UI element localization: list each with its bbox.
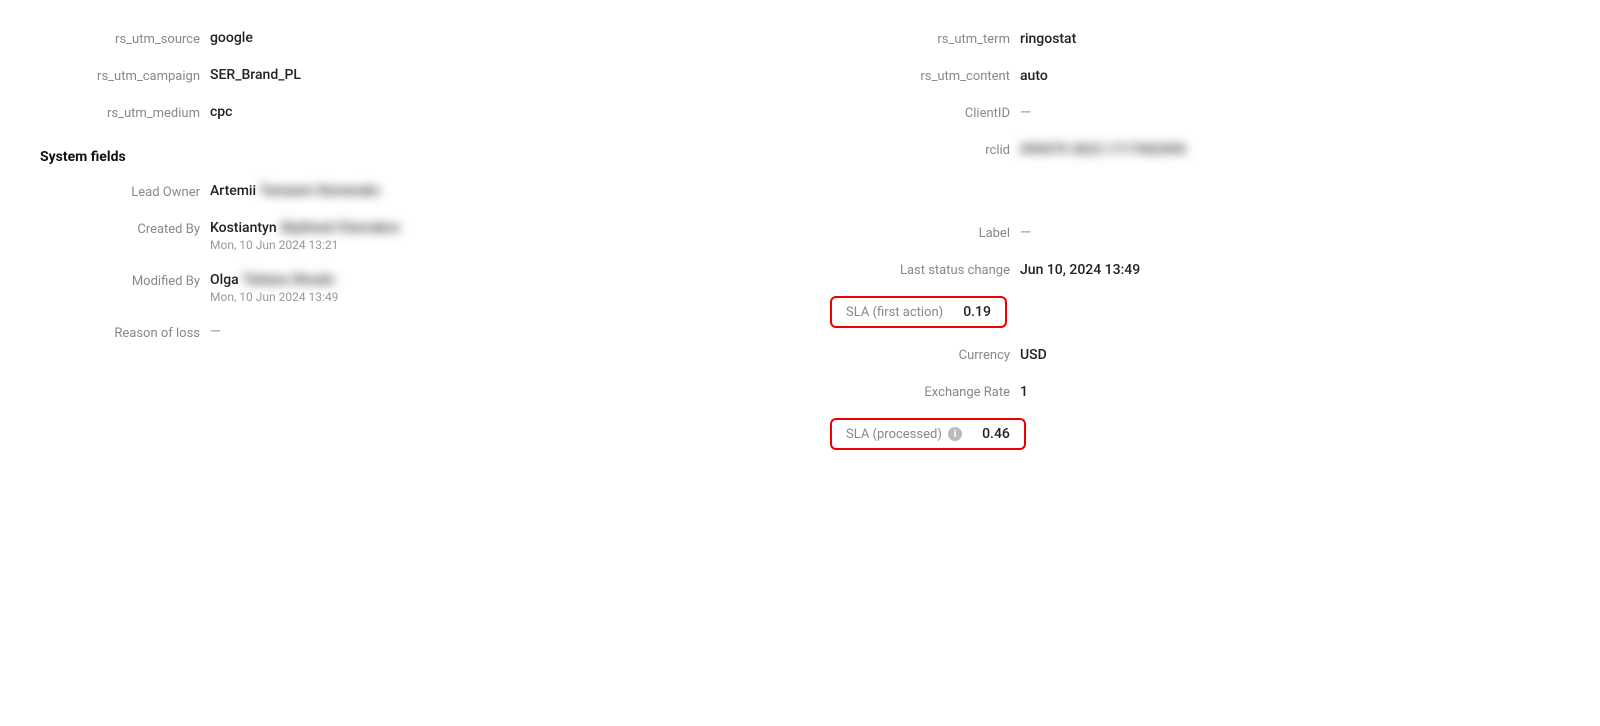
modified-by-row: Modified By Olga Tatiana Shoals Mon, 10 … — [40, 262, 770, 314]
exchange-rate-label: Exchange Rate — [830, 383, 1010, 400]
spacer — [830, 168, 1560, 214]
utm-source-label: rs_utm_source — [40, 30, 200, 47]
created-by-label: Created By — [40, 220, 200, 237]
currency-label: Currency — [830, 346, 1010, 363]
utm-term-label: rs_utm_term — [830, 30, 1010, 47]
clientid-value: — — [1020, 105, 1031, 121]
utm-content-label: rs_utm_content — [830, 67, 1010, 84]
label-field-value: — — [1020, 225, 1031, 241]
created-by-row: Created By Kostiantyn Skylined Cherrakov… — [40, 210, 770, 262]
sla-processed-box: SLA (processed) i 0.46 — [830, 418, 1026, 450]
lead-owner-label: Lead Owner — [40, 183, 200, 200]
utm-medium-row: rs_utm_medium cpc — [40, 94, 770, 131]
clientid-label: ClientID — [830, 104, 1010, 121]
utm-content-row: rs_utm_content auto — [830, 57, 1560, 94]
utm-content-value: auto — [1020, 68, 1048, 84]
rclid-value: 999979 3923 1717902999 — [1020, 142, 1186, 158]
currency-value: USD — [1020, 347, 1047, 363]
sla-processed-row: SLA (processed) i 0.46 — [830, 410, 1560, 458]
sla-first-action-value: 0.19 — [963, 304, 991, 320]
reason-of-loss-label: Reason of loss — [40, 324, 200, 341]
sla-first-action-row: SLA (first action) 0.19 — [830, 288, 1560, 336]
sla-first-action-box: SLA (first action) 0.19 — [830, 296, 1007, 328]
utm-term-row: rs_utm_term ringostat — [830, 20, 1560, 57]
modified-by-subtext: Mon, 10 Jun 2024 13:49 — [210, 290, 338, 304]
main-grid: rs_utm_source google rs_utm_campaign SER… — [40, 20, 1560, 458]
label-row: Label — — [830, 214, 1560, 251]
lead-owner-row: Lead Owner Artemii Tameem Demerakv — [40, 173, 770, 210]
created-by-value: Kostiantyn Skylined Cherrakov Mon, 10 Ju… — [210, 220, 400, 252]
modified-by-label: Modified By — [40, 272, 200, 289]
sla-processed-label: SLA (processed) i — [846, 427, 962, 442]
utm-medium-label: rs_utm_medium — [40, 104, 200, 121]
utm-campaign-value: SER_Brand_PL — [210, 67, 301, 83]
sla-first-action-label: SLA (first action) — [846, 305, 943, 320]
utm-campaign-label: rs_utm_campaign — [40, 67, 200, 84]
label-field-label: Label — [830, 224, 1010, 241]
lead-owner-value: Artemii Tameem Demerakv — [210, 183, 380, 199]
utm-source-row: rs_utm_source google — [40, 20, 770, 57]
exchange-rate-row: Exchange Rate 1 — [830, 373, 1560, 410]
utm-term-value: ringostat — [1020, 31, 1076, 47]
clientid-row: ClientID — — [830, 94, 1560, 131]
reason-of-loss-row: Reason of loss — — [40, 314, 770, 351]
utm-medium-value: cpc — [210, 104, 232, 120]
last-status-change-value: Jun 10, 2024 13:49 — [1020, 262, 1140, 278]
system-fields-title: System fields — [40, 131, 770, 173]
last-status-change-row: Last status change Jun 10, 2024 13:49 — [830, 251, 1560, 288]
last-status-change-label: Last status change — [830, 261, 1010, 278]
right-column: rs_utm_term ringostat rs_utm_content aut… — [830, 20, 1560, 458]
rclid-row: rclid 999979 3923 1717902999 — [830, 131, 1560, 168]
created-by-subtext: Mon, 10 Jun 2024 13:21 — [210, 238, 400, 252]
modified-by-value: Olga Tatiana Shoals Mon, 10 Jun 2024 13:… — [210, 272, 338, 304]
currency-row: Currency USD — [830, 336, 1560, 373]
sla-processed-value: 0.46 — [982, 426, 1010, 442]
left-column: rs_utm_source google rs_utm_campaign SER… — [40, 20, 770, 458]
utm-campaign-row: rs_utm_campaign SER_Brand_PL — [40, 57, 770, 94]
rclid-label: rclid — [830, 141, 1010, 158]
reason-of-loss-value: — — [210, 324, 221, 340]
exchange-rate-value: 1 — [1020, 384, 1028, 400]
utm-source-value: google — [210, 30, 253, 46]
sla-processed-info-icon[interactable]: i — [948, 427, 962, 441]
